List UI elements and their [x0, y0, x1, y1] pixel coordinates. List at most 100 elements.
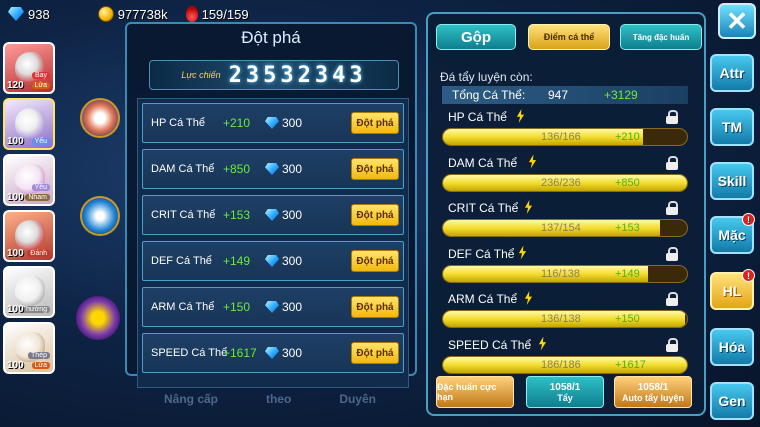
pet-slot[interactable]: Yếu Nham 100 — [3, 154, 55, 206]
stat-name: DAM Cá Thể — [151, 163, 215, 175]
pet-slot[interactable]: Bay Lửa 120 — [3, 42, 55, 94]
menu-tm-button[interactable]: TM — [710, 108, 754, 146]
breakthrough-list: HP Cá Thể +210 300 Đột phá DAM Cá Thể +8… — [137, 98, 409, 388]
lock-icon[interactable] — [666, 292, 678, 306]
nav-upgrade[interactable]: Nâng cấp — [164, 392, 218, 422]
stat-name: ARM Cá Thể — [151, 301, 215, 313]
extreme-training-label: Đặc huấn cực hạn — [437, 382, 497, 402]
menu-skill-button[interactable]: Skill — [710, 162, 754, 200]
breakthrough-button[interactable]: Đột phá — [351, 250, 399, 272]
stat-progress-bar: 136/138 +150 — [442, 310, 688, 328]
stat-progress-bar: 137/154 +153 — [442, 219, 688, 237]
combat-power-label: Lực chiến — [181, 70, 221, 80]
stat-current: 136/138 — [541, 313, 581, 325]
stat-bonus: +1617 — [615, 358, 646, 371]
stat-name: CRIT Cá Thể — [151, 209, 216, 221]
game-screen: 938 977738k 159/159 Bay Lửa 120 Yếu 100 … — [0, 0, 760, 427]
tab-merge[interactable]: Gộp — [436, 24, 516, 50]
breakthrough-title: Đột phá — [241, 28, 301, 47]
pet-level: 100 — [7, 136, 24, 147]
menu-evolve-button[interactable]: Hóa — [710, 328, 754, 366]
menu-wear-label: Mặc — [718, 227, 746, 243]
training-panel: Gộp Điểm cá thể Tăng đặc huấn Đá tẩy luy… — [426, 12, 706, 416]
menu-gen-button[interactable]: Gen — [710, 382, 754, 420]
skill-orb-icon[interactable] — [80, 98, 120, 138]
pet-type-tag: Thép — [28, 352, 50, 359]
combat-power-box: Lực chiến 23532343 — [149, 60, 399, 90]
wash-button[interactable]: 1058/1 Tẩy — [526, 376, 604, 408]
gem-icon — [265, 347, 279, 359]
breakthrough-button[interactable]: Đột phá — [351, 204, 399, 226]
lock-icon[interactable] — [666, 155, 678, 170]
lightning-icon — [524, 291, 533, 305]
lock-icon[interactable] — [666, 337, 678, 352]
pet-slot[interactable]: Thép Lửa 100 — [3, 322, 55, 374]
stat-name: DEF Cá Thể — [448, 246, 515, 261]
breakthrough-button[interactable]: Đột phá — [351, 112, 399, 134]
stat-bonus: +153 — [615, 222, 640, 234]
menu-skill-label: Skill — [717, 173, 747, 189]
lightning-icon — [524, 200, 533, 214]
gem-cost: 300 — [282, 300, 303, 314]
menu-wear-button[interactable]: Mặc! — [710, 213, 755, 254]
training-stat-row: DEF Cá Thể 116/138 +149 — [442, 245, 690, 287]
breakthrough-row: ARM Cá Thể +150 300 Đột phá — [142, 287, 404, 327]
pet-slot[interactable]: Đánh 100 — [3, 210, 55, 262]
pet-portrait — [15, 108, 45, 138]
breakthrough-button[interactable]: Đột phá — [351, 296, 399, 318]
auto-wash-button[interactable]: 1058/1 Auto tẩy luyện — [614, 376, 692, 408]
lock-icon[interactable] — [666, 110, 678, 124]
pet-type-tag: Nham — [25, 194, 50, 201]
stat-name: DAM Cá Thể — [448, 155, 518, 170]
stat-bonus: +850 — [615, 176, 640, 189]
gem-icon — [265, 255, 279, 267]
gem-icon — [8, 7, 24, 21]
pet-sidebar: Bay Lửa 120 Yếu 100 Yếu Nham 100 Đánh 10… — [3, 42, 65, 427]
stat-name: SPEED Cá Thể — [448, 337, 532, 352]
gold-coin-icon — [97, 6, 114, 22]
pet-slot-selected[interactable]: Yếu 100 — [3, 98, 55, 150]
menu-attr-label: Attr — [719, 65, 745, 81]
auto-wash-label: Auto tẩy luyện — [621, 392, 684, 403]
menu-attr-button[interactable]: Attr — [710, 54, 754, 92]
lock-skill-icon[interactable] — [80, 196, 120, 236]
pet-type-tag: Lửa — [31, 362, 50, 369]
tab-individual-points[interactable]: Điểm cá thể — [528, 24, 610, 50]
menu-hl-button[interactable]: HL! — [710, 269, 755, 310]
breakthrough-button[interactable]: Đột phá — [351, 158, 399, 180]
close-button[interactable]: ✕ — [718, 3, 756, 39]
nav-fate[interactable]: Duyên — [339, 392, 376, 422]
pet-type-tag: Bay — [31, 72, 50, 79]
gem-icon — [265, 117, 279, 129]
wash-count: 1058/1 — [549, 381, 581, 393]
total-label: Tổng Cá Thể: — [452, 88, 526, 102]
pet-type-tag: Yếu — [31, 184, 50, 191]
pet-level: 120 — [7, 80, 24, 91]
breakthrough-panel: Đột phá Lực chiến 23532343 HP Cá Thể +21… — [125, 22, 417, 388]
stat-name: CRIT Cá Thể — [448, 201, 519, 215]
pet-level: 100 — [7, 248, 24, 259]
lock-icon[interactable] — [666, 246, 678, 261]
lock-icon[interactable] — [666, 201, 678, 215]
nav-follow[interactable]: theo — [266, 392, 291, 422]
total-individual: Tổng Cá Thể: 947 +3129 — [442, 86, 688, 104]
training-stat-row: SPEED Cá Thể 186/186 +1617 — [442, 336, 690, 378]
element-wheel-icon[interactable] — [76, 296, 120, 340]
breakthrough-row: SPEED Cá Thể +1617 300 Đột phá — [142, 333, 404, 373]
gem-icon — [265, 209, 279, 221]
breakthrough-button[interactable]: Đột phá — [351, 342, 399, 364]
stat-current: 186/186 — [541, 358, 581, 371]
stat-bonus: +149 — [223, 254, 251, 268]
extreme-training-button[interactable]: Đặc huấn cực hạn — [436, 376, 514, 408]
stat-current: 137/154 — [541, 222, 581, 234]
training-stat-row: ARM Cá Thể 136/138 +150 — [442, 290, 690, 332]
stat-name: SPEED Cá Thể — [151, 347, 228, 359]
gem-resource: 938 — [8, 7, 50, 22]
stamina-potion-icon — [185, 6, 198, 22]
pet-slot[interactable]: Thường 100 — [3, 266, 55, 318]
gem-icon — [265, 163, 279, 175]
gold-resource: 977738k — [97, 6, 168, 22]
breakthrough-row: CRIT Cá Thể +153 300 Đột phá — [142, 195, 404, 235]
tab-special-training[interactable]: Tăng đặc huấn — [620, 24, 702, 50]
stamina-resource: 159/159 — [185, 6, 249, 22]
